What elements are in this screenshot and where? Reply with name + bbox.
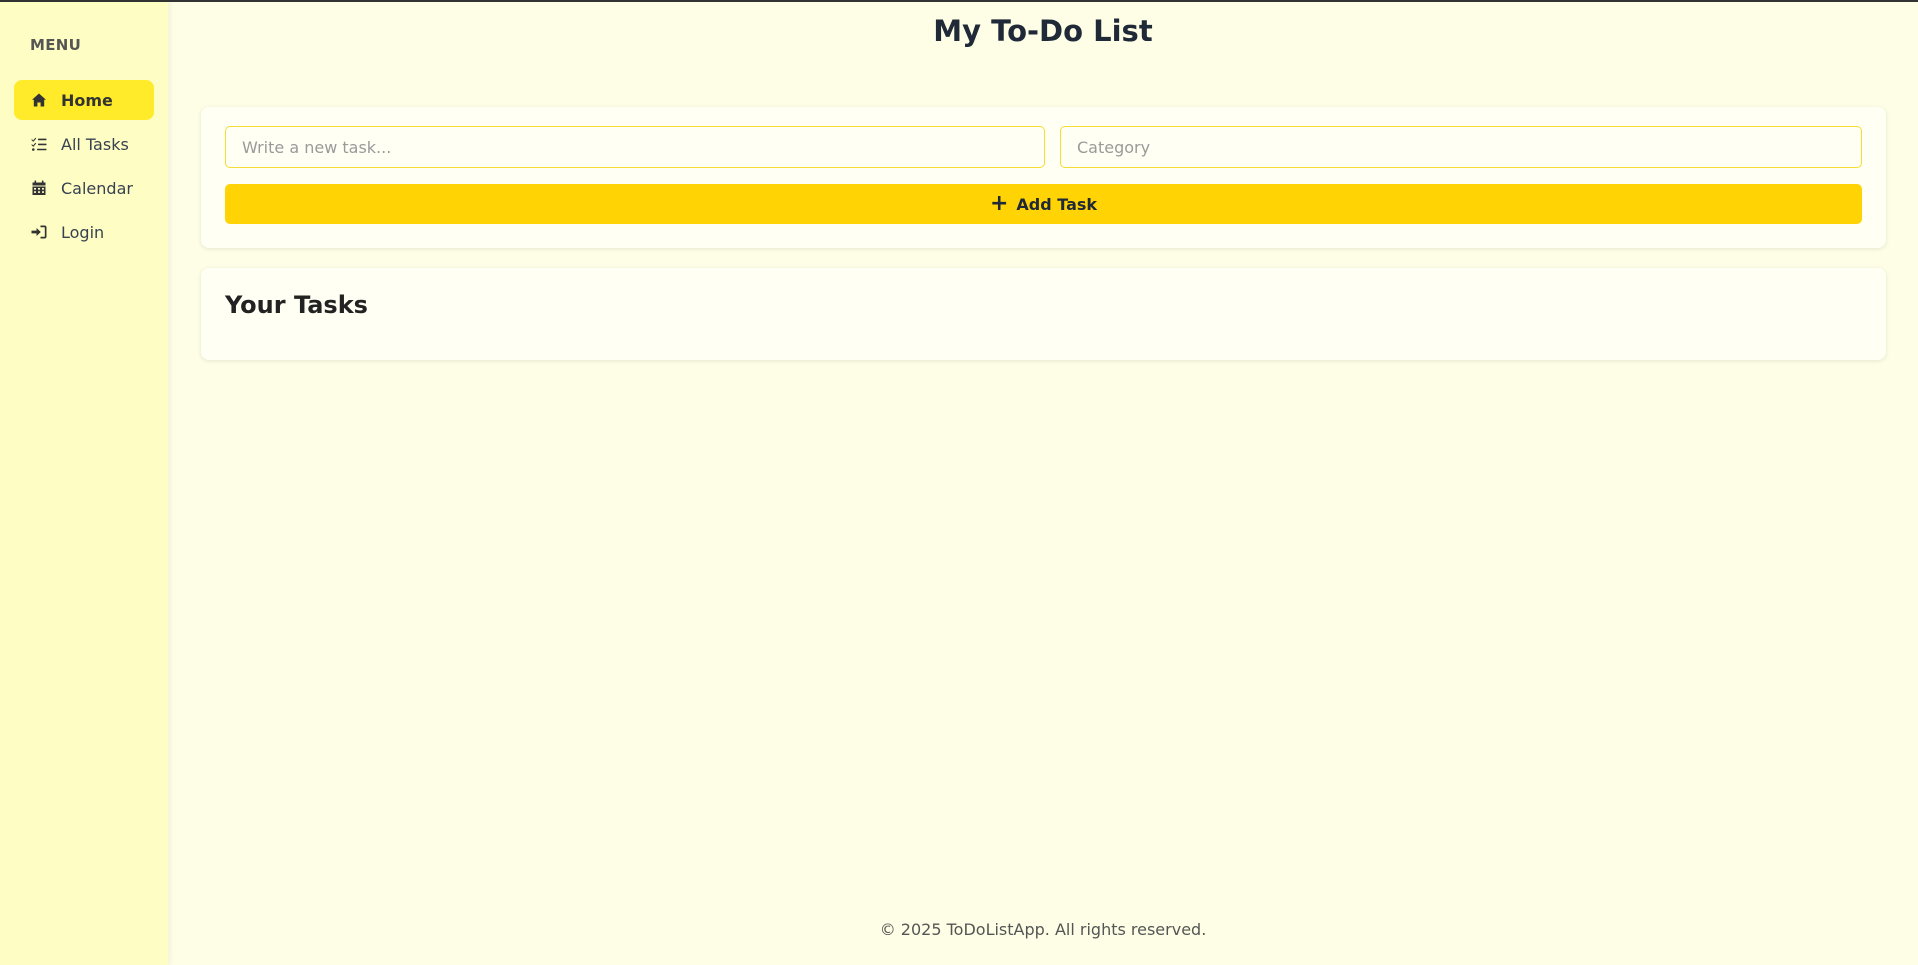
sidebar: MENU Home All Tasks Calendar Login [0, 0, 168, 965]
top-border [0, 0, 1918, 2]
sidebar-nav: Home All Tasks Calendar Login [0, 80, 168, 252]
page-title: My To-Do List [933, 14, 1153, 48]
sidebar-item-label: Login [61, 222, 105, 242]
sidebar-item-home[interactable]: Home [14, 80, 154, 120]
list-check-icon [30, 135, 48, 153]
sidebar-item-label: All Tasks [61, 134, 129, 154]
category-input[interactable] [1060, 126, 1862, 168]
footer: © 2025 ToDoListApp. All rights reserved. [879, 920, 1207, 939]
add-task-label: Add Task [1016, 194, 1098, 214]
plus-icon: + [989, 191, 1009, 216]
main-content: My To-Do List + Add Task Your Tasks © 20… [168, 0, 1918, 965]
task-input[interactable] [225, 126, 1045, 168]
add-task-form: + Add Task [201, 107, 1886, 248]
sidebar-item-label: Calendar [61, 178, 133, 198]
sidebar-item-label: Home [61, 90, 113, 110]
calendar-icon [30, 179, 48, 197]
tasks-panel: Your Tasks [201, 268, 1886, 360]
sidebar-item-calendar[interactable]: Calendar [14, 168, 154, 208]
sidebar-item-all-tasks[interactable]: All Tasks [14, 124, 154, 164]
sidebar-item-login[interactable]: Login [14, 212, 154, 252]
menu-heading: MENU [30, 36, 82, 54]
add-task-button[interactable]: + Add Task [225, 184, 1862, 224]
home-icon [30, 91, 48, 109]
tasks-heading: Your Tasks [225, 291, 368, 319]
sign-in-icon [30, 223, 48, 241]
